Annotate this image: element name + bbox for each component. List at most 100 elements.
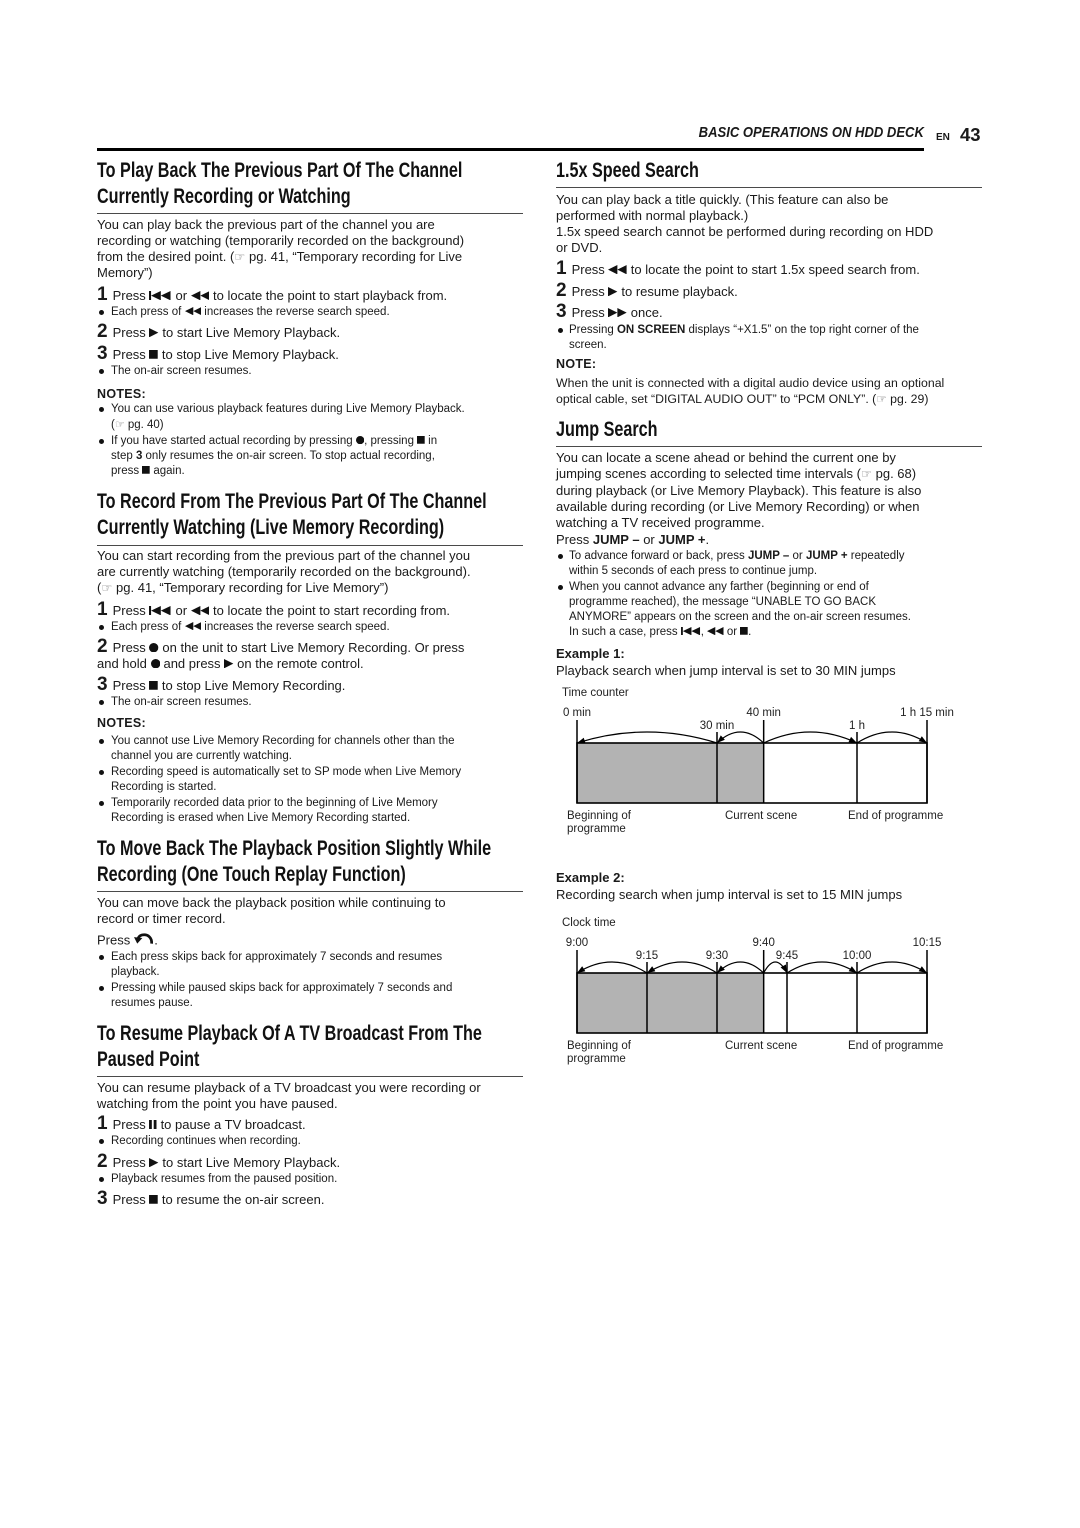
step-text: or [171,288,191,303]
step-text: to stop Live Memory Playback. [158,347,339,362]
step-text: to resume playback. [617,284,738,299]
intro-text: You can move back the playback position … [97,895,446,926]
jump-arc [856,731,928,744]
bullet-text: The on-air screen resumes. [111,365,252,377]
section-heading-live-playback: To Play Back The Previous Part Of The Ch… [97,159,463,208]
tick-label: 9:15 [636,950,658,962]
skip-back-icon [149,291,171,300]
jump-arc [716,731,765,744]
record-icon [149,643,158,652]
step-3: 3 Press to resume the on-air screen. [97,1189,523,1208]
section-divider [97,545,523,546]
step-3: 3 Press once. [556,302,982,321]
bullet-text: The on-air screen resumes. [111,696,252,708]
diagram-axis-label: Clock time [562,917,616,929]
step-number: 1 [97,599,108,620]
note-item: You cannot use Live Memory Recording for… [97,734,523,764]
fast-forward-icon [608,308,627,317]
step-3: 3 Press to stop Live Memory Recording. [97,675,523,694]
jump-arc [646,961,718,974]
stop-icon [417,436,425,444]
jump-arc [576,961,648,974]
bullet-icon [99,700,104,705]
note-text: pg. 40) [124,419,164,431]
diagram-label-current: Current scene [725,1040,797,1052]
jump-arrowhead [918,966,927,973]
jump-arc [576,731,718,744]
step-text: once. [627,305,663,320]
stop-icon [142,466,150,474]
bullet-item: Each press of increases the reverse sear… [97,305,523,320]
bullet-icon [99,739,104,744]
intro-text: pg. 41, “Temporary recording for Live Me… [112,580,389,595]
step-1: 1 Press or to locate the point to start r… [97,600,523,619]
step-1: 1 Press to pause a TV broadcast. [97,1114,523,1133]
section-divider [97,213,523,214]
intro-paragraph: You can resume playback of a TV broadcas… [97,1080,523,1112]
diagram-label-end: End of programme [848,1040,943,1052]
jump-arc [716,961,765,974]
stop-icon [149,350,158,359]
section-heading-speed-search: 1.5x Speed Search [556,159,699,182]
notes-heading: NOTES: [97,387,147,401]
bullet-text: Each press of [111,621,185,633]
section-heading-jump-search: Jump Search [556,418,658,441]
bullet-item: Playback resumes from the paused positio… [97,1172,523,1187]
jump-arrowhead [647,966,656,973]
note-text: If you have started actual recording by … [111,435,356,447]
bullet-item: Pressing while paused skips back for app… [97,981,523,1011]
step-number: 2 [97,636,108,657]
bullet-icon [99,625,104,630]
step-2: 2 Press to resume playback. [556,281,982,300]
step-text: Press [112,678,150,693]
section-heading-resume-broadcast: To Resume Playback Of A TV Broadcast Fro… [97,1022,482,1071]
elapsed-region [577,973,764,1033]
step-number: 2 [97,1151,108,1172]
section-divider [556,187,982,188]
note-heading: NOTE: [556,357,597,371]
bullet-icon [99,801,104,806]
intro-text: You can resume playback of a TV broadcas… [97,1080,481,1111]
bullet-text: Pressing [569,324,617,336]
note-item: Recording speed is automatically set to … [97,765,523,795]
step-number: 3 [556,301,567,322]
diagram-label-start: Beginning of programme [567,810,632,835]
play-icon [149,1158,158,1167]
bullet-text: Each press skips back for approximately … [111,951,443,978]
step-text: Press [571,262,609,277]
diagram-label-start: Beginning of programme [567,1040,632,1065]
reference-icon [115,419,125,431]
bullet-icon [99,407,104,412]
bullet-item: To advance forward or back, press JUMP –… [556,549,982,579]
jump-arrowhead [848,966,857,973]
stop-icon [740,627,748,635]
bullet-text: . [748,626,752,638]
bullet-text: increases the reverse search speed. [201,621,390,633]
reference-icon [861,466,872,481]
step-text: or [171,603,191,618]
note-item: If you have started actual recording by … [97,434,523,479]
pause-icon [149,1120,157,1129]
example-1-label: Example 1: [556,646,625,661]
press-instruction: Press . [97,932,523,948]
button-name: JUMP – [592,532,640,547]
example-2-label: Example 2: [556,870,625,885]
reference-icon [234,249,245,264]
bullet-item: Each press skips back for approximately … [97,950,523,980]
rewind-icon [608,265,627,274]
note-text: Temporarily recorded data prior to the b… [111,797,438,824]
tick-label: 1 h [849,720,865,732]
record-icon [356,436,364,444]
tick-label: 10:15 [913,937,942,949]
bullet-text: or [789,550,806,562]
step-2: 2 Press on the unit to start Live Memory … [97,637,523,672]
reference-icon [101,580,112,595]
bullet-item: The on-air screen resumes. [97,364,523,379]
note-text: You cannot use Live Memory Recording for… [111,735,455,762]
step-number: 2 [97,321,108,342]
step-number: 1 [97,1113,108,1134]
one-touch-replay-icon [134,932,154,945]
jump-diagram-example-1: Time counter 0 min 30 min 40 min 1 h 1 h 15 m… [562,687,954,835]
instruction-text: Press [556,532,593,547]
tick-label: 10:00 [843,950,872,962]
